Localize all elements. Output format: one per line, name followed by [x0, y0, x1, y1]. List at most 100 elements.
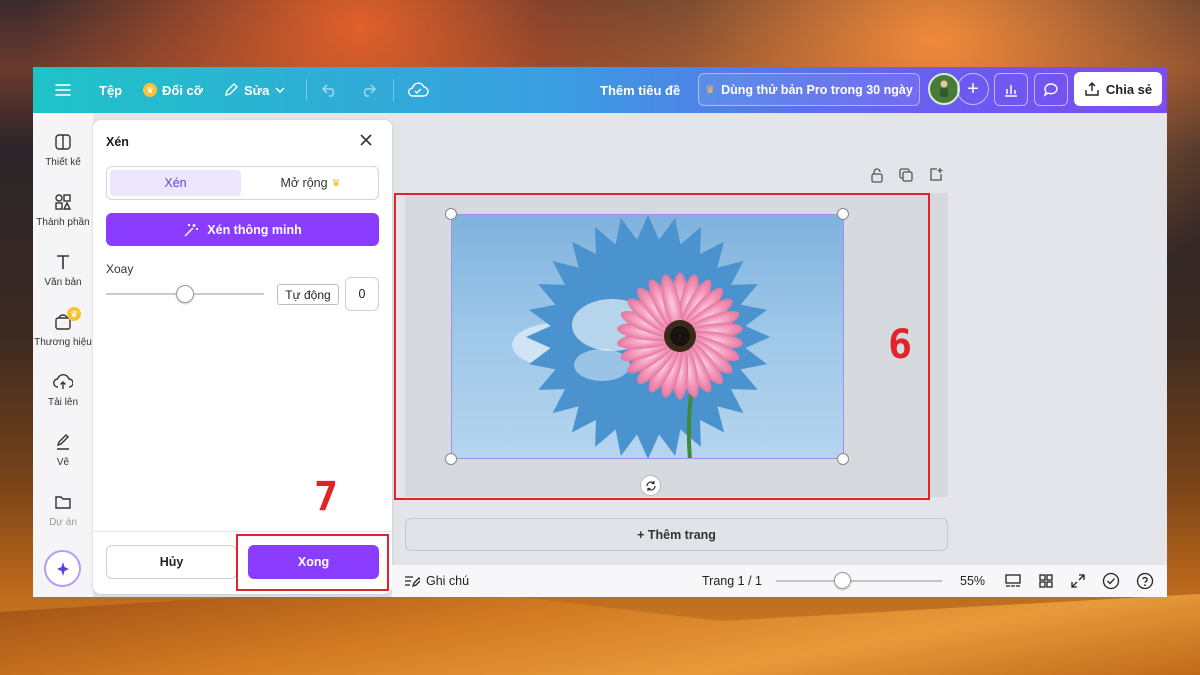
smart-crop-label: Xén thông minh — [207, 222, 302, 237]
shapes-icon — [33, 193, 93, 213]
file-menu[interactable]: Tệp — [99, 67, 122, 113]
sidebar-item-label: Thiết kế — [45, 157, 81, 168]
annotation-step-6: 6 — [888, 322, 913, 368]
pencil-icon — [225, 83, 238, 96]
crown-icon: ♛ — [705, 84, 716, 96]
view-controls — [1004, 565, 1154, 597]
cancel-button[interactable]: Hủy — [106, 545, 237, 579]
undo-icon — [321, 84, 335, 97]
sidebar-item-draw[interactable]: Vẽ — [33, 433, 93, 468]
sidebar-item-label: Dự án — [49, 517, 77, 528]
grid-view-icon[interactable] — [1038, 573, 1054, 589]
panel-divider — [93, 531, 392, 532]
sidebar-item-uploads[interactable]: Tải lên — [33, 373, 93, 408]
add-page-button[interactable]: + Thêm trang — [405, 518, 948, 551]
crop-panel: Xén Xén Mở rộng ♛ Xén thông minh Xoay Tự… — [93, 120, 392, 594]
sidebar-item-design[interactable]: Thiết kế — [33, 133, 93, 168]
page-tools — [870, 167, 944, 183]
zoom-slider[interactable] — [776, 580, 942, 582]
desert-dune-background — [0, 585, 1200, 675]
cloud-save-status[interactable] — [407, 67, 429, 113]
tab-expand-label: Mở rộng — [280, 176, 328, 190]
avatar[interactable] — [928, 73, 960, 105]
undo-button[interactable] — [321, 67, 339, 113]
sidebar-item-text[interactable]: Văn bản — [33, 253, 93, 288]
auto-straighten-label: Tự động — [285, 287, 331, 302]
annotation-box-canvas — [394, 193, 930, 500]
rotate-value: 0 — [358, 287, 366, 301]
text-icon — [33, 253, 93, 273]
sidebar-item-label: Thành phần — [36, 217, 90, 228]
rotate-slider-handle[interactable] — [176, 285, 194, 303]
hamburger-icon — [55, 84, 71, 96]
sparkle-icon — [56, 561, 69, 576]
comment-button[interactable] — [1034, 73, 1068, 106]
share-button[interactable]: Chia sẻ — [1074, 72, 1162, 106]
document-title[interactable]: Thêm tiêu đề — [600, 67, 680, 113]
close-panel-button[interactable] — [359, 133, 373, 152]
menu-button[interactable] — [55, 67, 71, 113]
zoom-level[interactable]: 55% — [960, 565, 985, 597]
draw-pen-icon — [33, 433, 93, 453]
file-menu-label: Tệp — [99, 82, 123, 98]
annotation-box-done — [236, 534, 389, 591]
sidebar-item-label: Tải lên — [47, 397, 78, 408]
duplicate-icon[interactable] — [898, 167, 914, 183]
resize-label: Đổi cỡ — [162, 82, 204, 98]
bar-chart-icon — [1005, 84, 1017, 97]
folder-icon — [33, 493, 93, 513]
add-collaborator-button[interactable]: + — [957, 73, 989, 105]
left-sidebar: Thiết kế Thành phần Văn bản ♛ Thương hiệ… — [33, 113, 93, 597]
sidebar-item-label: Thương hiệu — [34, 337, 92, 348]
speech-bubble-icon — [1043, 82, 1058, 97]
magic-assistant-button[interactable] — [44, 550, 81, 587]
top-toolbar: Tệp ♛ Đổi cỡ Sửa Thêm tiêu đề ♛ Dùng thử… — [33, 67, 1167, 113]
insights-button[interactable] — [994, 73, 1028, 106]
rotate-value-input[interactable]: 0 — [345, 277, 379, 311]
brand-icon: ♛ — [33, 307, 93, 333]
bottom-status-bar: Ghi chú Trang 1 / 1 55% — [392, 565, 1167, 597]
sidebar-item-brand[interactable]: ♛ Thương hiệu — [33, 307, 93, 348]
crown-icon: ♛ — [67, 307, 81, 321]
upload-cloud-icon — [33, 373, 93, 393]
share-label: Chia sẻ — [1105, 81, 1153, 97]
edit-menu[interactable]: Sửa — [223, 67, 286, 113]
resize-button[interactable]: ♛ Đổi cỡ — [143, 67, 203, 113]
lock-icon[interactable] — [870, 167, 884, 183]
redo-button[interactable] — [359, 67, 377, 113]
pro-trial-button[interactable]: ♛ Dùng thử bản Pro trong 30 ngày — [698, 73, 920, 106]
close-icon — [360, 134, 372, 146]
crown-icon: ♛ — [143, 83, 157, 97]
edit-label: Sửa — [244, 82, 270, 98]
sidebar-item-elements[interactable]: Thành phần — [33, 193, 93, 228]
sidebar-item-projects[interactable]: Dự án — [33, 493, 93, 528]
document-title-label: Thêm tiêu đề — [600, 82, 681, 98]
page-indicator-label: Trang 1 / 1 — [702, 574, 762, 588]
tab-crop[interactable]: Xén — [110, 170, 241, 196]
help-icon[interactable] — [1136, 572, 1154, 590]
zoom-slider-handle[interactable] — [834, 572, 852, 589]
zoom-level-label: 55% — [960, 574, 986, 588]
panel-title: Xén — [106, 135, 129, 149]
annotation-step-7: 7 — [314, 474, 339, 520]
add-page-icon[interactable] — [928, 167, 944, 183]
plus-icon: + — [967, 77, 979, 100]
redo-icon — [363, 84, 377, 97]
rotate-label: Xoay — [106, 262, 134, 276]
crop-mode-tabs: Xén Mở rộng ♛ — [106, 166, 379, 200]
toolbar-divider — [306, 79, 307, 101]
smart-crop-button[interactable]: Xén thông minh — [106, 213, 379, 246]
notes-icon — [405, 576, 420, 588]
page-indicator[interactable]: Trang 1 / 1 — [702, 565, 762, 597]
avatar-figure-icon — [940, 80, 948, 97]
chevron-down-icon — [275, 87, 285, 94]
sidebar-item-label: Văn bản — [44, 277, 82, 288]
notes-button[interactable]: Ghi chú — [404, 565, 469, 597]
toolbar-divider — [393, 79, 394, 101]
check-circle-icon[interactable] — [1102, 572, 1120, 590]
auto-straighten-button[interactable]: Tự động — [277, 284, 339, 305]
page-view-icon[interactable] — [1004, 573, 1022, 589]
sidebar-item-label: Vẽ — [56, 457, 70, 468]
tab-expand[interactable]: Mở rộng ♛ — [245, 170, 376, 196]
fullscreen-icon[interactable] — [1070, 573, 1086, 589]
